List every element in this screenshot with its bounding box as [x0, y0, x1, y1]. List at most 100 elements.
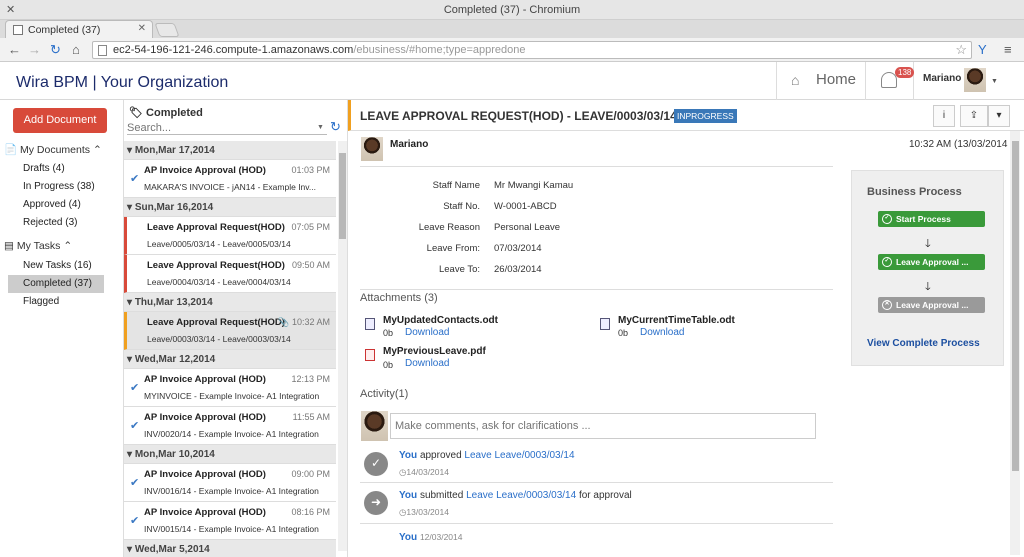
- item-time: 08:16 PM: [291, 507, 330, 517]
- notifications-button[interactable]: 138: [866, 62, 915, 100]
- search-input[interactable]: [127, 121, 327, 135]
- approved-icon: ✓: [364, 452, 388, 476]
- scroll-thumb[interactable]: [1012, 141, 1019, 471]
- document-file-icon: [365, 318, 375, 330]
- address-bar[interactable]: ec2-54-196-121-246.compute-1.amazonaws.c…: [92, 41, 972, 59]
- chevron-down-icon[interactable]: ▼: [991, 78, 998, 85]
- date-group-header[interactable]: ▾ Thu,Mar 13,2014: [124, 293, 336, 312]
- field-label: Leave Reason: [418, 222, 480, 233]
- back-icon[interactable]: ←: [8, 42, 21, 57]
- list-item[interactable]: ✔ AP Invoice Approval (HOD) 01:03 PM MAK…: [124, 160, 336, 198]
- download-link[interactable]: Download: [405, 327, 449, 338]
- attachments-title: Attachments (3): [360, 292, 438, 304]
- attachment-name[interactable]: MyUpdatedContacts.odt: [383, 315, 498, 326]
- list-item-selected[interactable]: Leave Approval Request(HOD) 📎 10:32 AM L…: [124, 312, 336, 350]
- sidebar-item-flagged[interactable]: Flagged: [8, 293, 104, 311]
- list-item[interactable]: ✔ AP Invoice Approval (HOD) 08:16 PM INV…: [124, 502, 336, 540]
- menu-icon[interactable]: ≡: [1004, 42, 1012, 57]
- browser-tab[interactable]: Completed (37) ✕: [5, 20, 153, 38]
- sidebar-item-drafts[interactable]: Drafts (4): [8, 160, 104, 178]
- check-icon: ✔: [130, 382, 140, 394]
- list-item[interactable]: Leave Approval Request(HOD) 07:05 PM Lea…: [124, 217, 336, 255]
- activity-date: ◷14/03/2014: [399, 467, 449, 477]
- attachment-size: 0b: [383, 328, 394, 338]
- date-group-header[interactable]: ▾ Wed,Mar 5,2014: [124, 540, 336, 557]
- reload-icon[interactable]: ↻: [50, 42, 61, 58]
- detail-scrollbar[interactable]: [1010, 131, 1020, 555]
- forward-icon[interactable]: →: [28, 42, 41, 57]
- item-title: Leave Approval Request(HOD): [147, 222, 285, 233]
- refresh-icon[interactable]: ↻: [330, 119, 341, 135]
- more-dropdown-button[interactable]: ▾: [988, 105, 1010, 127]
- business-process-title: Business Process: [867, 186, 962, 198]
- sidebar-item-completed[interactable]: Completed (37): [8, 275, 104, 293]
- document-title: LEAVE APPROVAL REQUEST(HOD) - LEAVE/0003…: [360, 109, 677, 123]
- brand-title[interactable]: Wira BPM | Your Organization: [16, 74, 228, 92]
- arrow-down-icon: 🡓: [925, 238, 931, 250]
- download-link[interactable]: Download: [405, 358, 449, 369]
- check-icon: ✔: [130, 477, 140, 489]
- arrow-down-icon: 🡓: [925, 281, 931, 293]
- item-time: 07:05 PM: [291, 222, 330, 232]
- home-icon[interactable]: ⌂: [72, 42, 80, 57]
- home-icon: ⌂: [791, 72, 800, 88]
- download-link[interactable]: Download: [640, 327, 684, 338]
- chevron-down-icon: ▾: [996, 110, 1002, 121]
- commenter-avatar: [361, 411, 388, 441]
- list-scrollbar[interactable]: [338, 141, 347, 551]
- sidebar-item-new-tasks[interactable]: New Tasks (16): [8, 257, 104, 275]
- list-item[interactable]: Leave Approval Request(HOD) 09:50 AM Lea…: [124, 255, 336, 293]
- item-title: AP Invoice Approval (HOD): [144, 412, 266, 423]
- activity-text: You submitted Leave Leave/0003/03/14 for…: [399, 490, 632, 501]
- check-icon: ✔: [130, 173, 140, 185]
- date-group-header[interactable]: ▾ Mon,Mar 17,2014: [124, 141, 336, 160]
- home-label: Home: [816, 71, 857, 88]
- info-button[interactable]: i: [933, 105, 955, 127]
- app-header: Wira BPM | Your Organization ⌂ Home 138 …: [0, 62, 1024, 100]
- list-item[interactable]: ✔ AP Invoice Approval (HOD) 09:00 PM INV…: [124, 464, 336, 502]
- attachment-name[interactable]: MyPreviousLeave.pdf: [383, 346, 486, 357]
- home-button[interactable]: ⌂ Home: [776, 62, 866, 100]
- process-step[interactable]: ✕ Leave Approval ...: [878, 297, 985, 313]
- attachment-name[interactable]: MyCurrentTimeTable.odt: [618, 315, 735, 326]
- sidebar-item-approved[interactable]: Approved (4): [8, 196, 104, 214]
- close-tab-icon[interactable]: ✕: [138, 23, 146, 34]
- process-step[interactable]: ✓ Start Process: [878, 211, 985, 227]
- user-name[interactable]: Mariano: [923, 73, 961, 84]
- sidebar-item-in-progress[interactable]: In Progress (38): [8, 178, 104, 196]
- item-subtitle: INV/0020/14 - Example Invoice- A1 Integr…: [144, 429, 319, 439]
- view-complete-process-link[interactable]: View Complete Process: [867, 338, 980, 349]
- field-value: 26/03/2014: [494, 264, 542, 275]
- item-subtitle: INV/0016/14 - Example Invoice- A1 Integr…: [144, 486, 319, 496]
- activity-text: You approved Leave Leave/0003/03/14: [399, 450, 575, 461]
- divider: [360, 523, 833, 524]
- browser-toolbar: ← → ↻ ⌂ ec2-54-196-121-246.compute-1.ama…: [0, 38, 1024, 62]
- my-documents-header[interactable]: 📄 My Documents ⌃: [4, 143, 102, 156]
- chevron-down-icon[interactable]: ▼: [317, 124, 324, 131]
- new-tab-button[interactable]: [154, 23, 180, 37]
- bookmark-star-icon[interactable]: ☆: [955, 42, 967, 58]
- item-subtitle: Leave/0003/03/14 - Leave/0003/03/14: [147, 334, 291, 344]
- check-icon: ✔: [130, 420, 140, 432]
- upload-button[interactable]: ⇪: [960, 105, 988, 127]
- comment-input[interactable]: [390, 413, 816, 439]
- add-document-button[interactable]: Add Document: [13, 108, 107, 133]
- field-value: W-0001-ABCD: [494, 201, 557, 212]
- sidebar-item-rejected[interactable]: Rejected (3): [8, 214, 104, 232]
- date-group-header[interactable]: ▾ Sun,Mar 16,2014: [124, 198, 336, 217]
- date-group-header[interactable]: ▾ Wed,Mar 12,2014: [124, 350, 336, 369]
- date-group-header[interactable]: ▾ Mon,Mar 10,2014: [124, 445, 336, 464]
- user-avatar[interactable]: [964, 68, 986, 92]
- list-item[interactable]: ✔ AP Invoice Approval (HOD) 12:13 PM MYI…: [124, 369, 336, 407]
- list-item[interactable]: ✔ AP Invoice Approval (HOD) 11:55 AM INV…: [124, 407, 336, 445]
- process-step[interactable]: ✓ Leave Approval ...: [878, 254, 985, 270]
- cancel-circle-icon: ✕: [882, 300, 892, 310]
- my-tasks-header[interactable]: ▤ My Tasks ⌃: [4, 240, 72, 252]
- item-subtitle: Leave/0004/03/14 - Leave/0004/03/14: [147, 277, 291, 287]
- extension-icon[interactable]: Y: [978, 42, 987, 57]
- upload-icon: ⇪: [969, 110, 979, 121]
- activity-date: ◷13/03/2014: [399, 507, 449, 517]
- status-badge: INPROGRESS: [674, 109, 737, 123]
- paperclip-icon: 📎: [278, 317, 292, 327]
- scroll-thumb[interactable]: [339, 153, 346, 239]
